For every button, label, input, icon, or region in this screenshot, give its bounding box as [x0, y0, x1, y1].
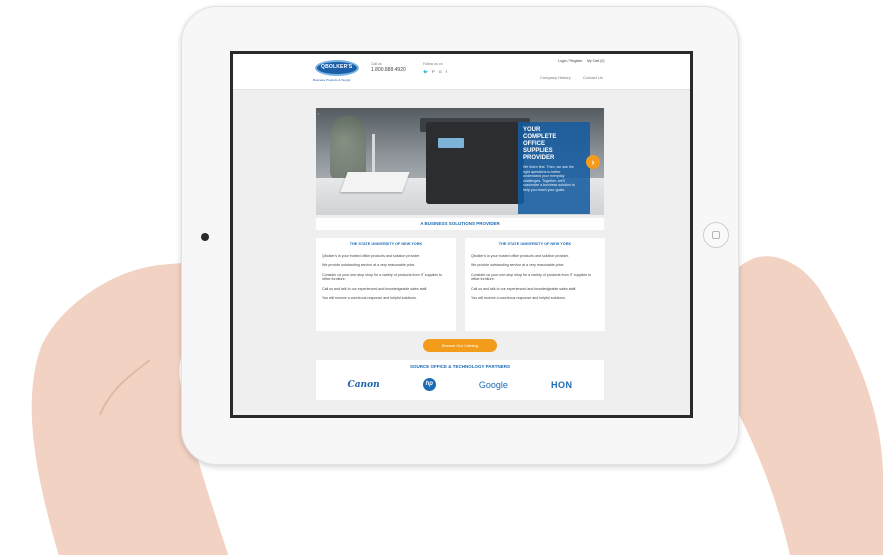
paper-stack-image [340, 172, 410, 192]
card-title: THE STATE UNIVERSITY OF NEW YORK [349, 242, 423, 246]
hero-text: We listen first. Then, we ask the right … [523, 165, 575, 192]
lamp-image [372, 134, 375, 176]
hero-slide-dot[interactable]: • [319, 208, 320, 213]
follow-label: Follow us on [423, 62, 443, 66]
card-line: Call us and talk to our experienced and … [471, 286, 577, 291]
google-plus-icon[interactable]: G [439, 69, 442, 74]
card-line: We provide outstanding service at a very… [471, 263, 565, 268]
login-register-link[interactable]: Login / Register [558, 59, 583, 63]
hp-logo[interactable]: hp [422, 378, 436, 391]
card-line: Qbolker's is your trusted office product… [471, 254, 570, 258]
pinterest-icon[interactable]: P [432, 69, 435, 74]
site-header: QBOLKER'S Business Products & Supply Cal… [233, 54, 690, 90]
nav-company-history[interactable]: Company History [540, 75, 571, 80]
card-line: Call us and talk to our experienced and … [322, 286, 428, 291]
canon-logo[interactable]: Canon [348, 380, 380, 390]
info-card: THE STATE UNIVERSITY OF NEW YORK Qbolker… [316, 238, 456, 331]
my-cart-link[interactable]: My Cart (0) [587, 59, 605, 63]
browse-catalog-button[interactable]: Browse Our Catalog [423, 339, 497, 352]
hero-caption: YOUR COMPLETE OFFICE SUPPLIES PROVIDER W… [518, 122, 590, 214]
google-logo[interactable]: Google [479, 380, 508, 390]
home-square-icon [712, 231, 720, 239]
tablet-photo: QBOLKER'S Business Products & Supply Cal… [0, 0, 883, 555]
card-line: Consider us your one-stop shop for a var… [322, 272, 442, 282]
card-line: We provide outstanding service at a very… [322, 263, 416, 268]
logo-tagline: Business Products & Supply [313, 78, 351, 82]
hero-title: YOUR COMPLETE OFFICE SUPPLIES PROVIDER [523, 127, 557, 161]
partner-logos: Canon hp Google HON [316, 378, 604, 391]
website-viewport: QBOLKER'S Business Products & Supply Cal… [233, 54, 690, 415]
card-line: You will receive a courteous response an… [322, 296, 417, 301]
hon-logo[interactable]: HON [551, 380, 573, 390]
card-title: THE STATE UNIVERSITY OF NEW YORK [498, 242, 572, 246]
hero-prev-arrow[interactable]: ‹ [318, 111, 319, 116]
card-line: Consider us your one-stop shop for a var… [471, 272, 591, 282]
plant-image [330, 116, 366, 178]
printer-image [426, 122, 524, 204]
card-line: Qbolker's is your trusted office product… [322, 254, 421, 258]
hero-banner: ‹ • YOUR COMPLETE OFFICE SUPPLIES PROVID… [316, 108, 604, 215]
twitter-icon[interactable]: 🐦 [423, 69, 428, 74]
partners-title: SOURCE OFFICE & TECHNOLOGY PARTNERS [409, 364, 511, 369]
social-links: 🐦 P G f [423, 69, 447, 74]
call-label: Call us [371, 62, 382, 66]
camera-icon [201, 233, 209, 241]
home-button[interactable] [703, 222, 729, 248]
phone-number[interactable]: 1.800.888.4920 [371, 67, 406, 73]
partners-section: SOURCE OFFICE & TECHNOLOGY PARTNERS Cano… [316, 360, 604, 400]
section-title: A BUSINESS SOLUTIONS PROVIDER [316, 218, 604, 230]
info-card: THE STATE UNIVERSITY OF NEW YORK Qbolker… [465, 238, 605, 331]
hero-next-arrow[interactable]: › [586, 155, 600, 169]
logo-text: QBOLKER'S [321, 64, 353, 70]
card-line: You will receive a courteous response an… [471, 296, 566, 301]
printer-panel-image [438, 138, 464, 148]
tablet-screen: QBOLKER'S Business Products & Supply Cal… [230, 51, 693, 418]
facebook-icon[interactable]: f [446, 69, 447, 74]
nav-contact-us[interactable]: Contact Us [583, 75, 603, 80]
site-logo[interactable]: QBOLKER'S [315, 60, 359, 76]
